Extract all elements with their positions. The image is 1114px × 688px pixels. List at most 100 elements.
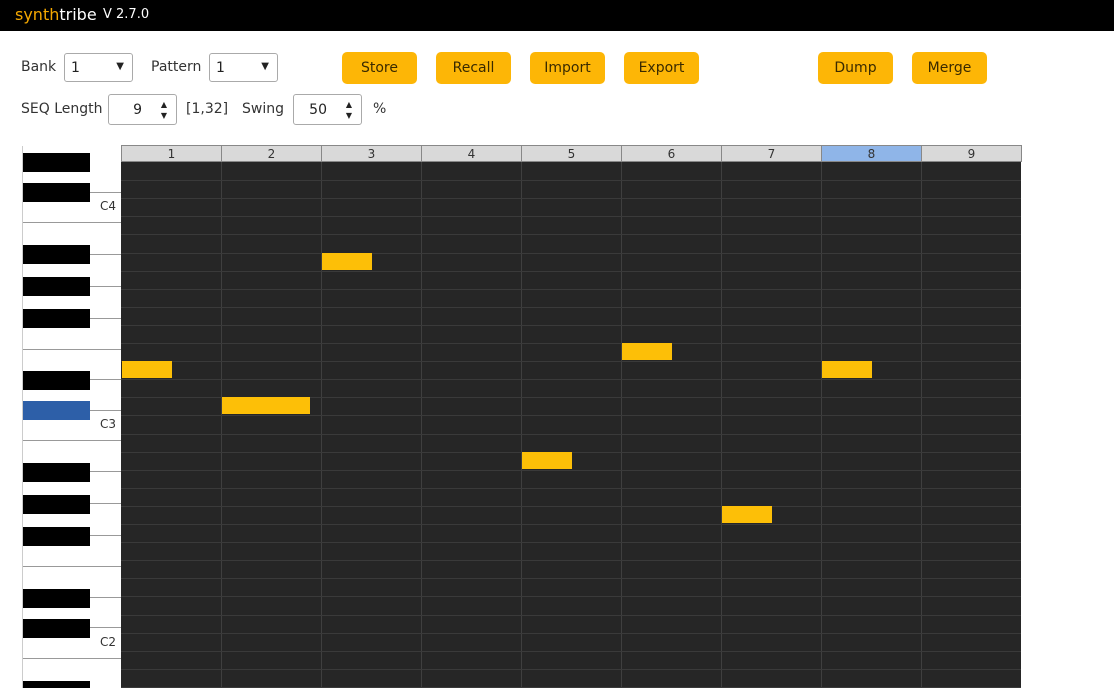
step-header-3[interactable]: 3	[321, 145, 422, 162]
white-key-divider	[23, 658, 122, 659]
recall-button[interactable]: Recall	[436, 52, 511, 84]
step-header-8[interactable]: 8	[821, 145, 922, 162]
pitch-row-divider	[121, 325, 1021, 326]
step-header-4[interactable]: 4	[421, 145, 522, 162]
spin-up-icon[interactable]: ▲	[161, 101, 167, 109]
step-sequencer-grid[interactable]: 123456789	[121, 145, 1022, 688]
note-block[interactable]	[122, 361, 172, 378]
pitch-row-divider	[121, 307, 1021, 308]
black-key[interactable]	[23, 681, 90, 688]
black-key[interactable]	[23, 183, 90, 202]
swing-unit: %	[373, 101, 387, 117]
pattern-select[interactable]: 1 ▼	[209, 53, 278, 82]
step-divider	[621, 162, 622, 688]
white-key-divider	[23, 349, 122, 350]
note-block[interactable]	[622, 343, 672, 360]
step-divider	[521, 162, 522, 688]
black-key[interactable]	[23, 277, 90, 296]
pitch-row-divider	[121, 216, 1021, 217]
pitch-row-divider	[121, 596, 1021, 597]
pitch-row-divider	[121, 615, 1021, 616]
note-block[interactable]	[322, 253, 372, 270]
pitch-row-divider	[121, 379, 1021, 380]
pitch-row-divider	[121, 669, 1021, 670]
note-block[interactable]	[222, 397, 310, 414]
swing-value: 50	[309, 102, 327, 118]
chevron-down-icon: ▼	[116, 61, 124, 72]
pitch-row-divider	[121, 488, 1021, 489]
pitch-row-divider	[121, 234, 1021, 235]
black-key[interactable]	[23, 527, 90, 546]
title-bar: synthtribe V 2.7.0	[0, 0, 1114, 31]
step-header-2[interactable]: 2	[221, 145, 322, 162]
black-key-active[interactable]	[23, 401, 90, 420]
pitch-row-divider	[121, 271, 1021, 272]
swing-label: Swing	[242, 101, 284, 117]
app-logo: synthtribe	[15, 5, 97, 24]
step-divider	[421, 162, 422, 688]
spin-down-icon[interactable]: ▼	[161, 112, 167, 120]
black-key[interactable]	[23, 463, 90, 482]
note-block[interactable]	[522, 452, 572, 469]
swing-spinner[interactable]: 50 ▲ ▼	[293, 94, 362, 125]
black-key[interactable]	[23, 495, 90, 514]
import-button[interactable]: Import	[530, 52, 605, 84]
pitch-row-divider	[121, 470, 1021, 471]
black-key[interactable]	[23, 619, 90, 638]
pitch-row-divider	[121, 506, 1021, 507]
pitch-row-divider	[121, 253, 1021, 254]
black-key[interactable]	[23, 245, 90, 264]
white-key-divider	[23, 222, 122, 223]
pitch-row-divider	[121, 361, 1021, 362]
pitch-row-divider	[121, 542, 1021, 543]
merge-button[interactable]: Merge	[912, 52, 987, 84]
pitch-row-divider	[121, 578, 1021, 579]
step-header-9[interactable]: 9	[921, 145, 1022, 162]
seq-length-label: SEQ Length	[21, 101, 103, 117]
step-divider	[821, 162, 822, 688]
seq-length-spinner[interactable]: 9 ▲ ▼	[108, 94, 177, 125]
bank-select[interactable]: 1 ▼	[64, 53, 133, 82]
seq-length-value: 9	[133, 102, 142, 118]
version-label: V 2.7.0	[103, 7, 150, 22]
note-grid[interactable]	[121, 162, 1021, 688]
black-key[interactable]	[23, 309, 90, 328]
pattern-value: 1	[216, 60, 225, 76]
pitch-row-divider	[121, 651, 1021, 652]
step-header-1[interactable]: 1	[121, 145, 222, 162]
seq-length-range: [1,32]	[186, 101, 229, 117]
black-key[interactable]	[23, 153, 90, 172]
bank-value: 1	[71, 60, 80, 76]
pitch-row-divider	[121, 198, 1021, 199]
black-key[interactable]	[23, 371, 90, 390]
octave-label-c3: C3	[100, 417, 117, 431]
pattern-label: Pattern	[151, 59, 202, 75]
note-block[interactable]	[822, 361, 872, 378]
octave-label-c2: C2	[100, 635, 117, 649]
pitch-row-divider	[121, 415, 1021, 416]
spin-up-icon[interactable]: ▲	[346, 101, 352, 109]
piano-keyboard: C4 C3 C2	[22, 146, 123, 688]
step-header-6[interactable]: 6	[621, 145, 722, 162]
octave-label-c4: C4	[100, 199, 117, 213]
pitch-row-divider	[121, 180, 1021, 181]
pitch-row-divider	[121, 524, 1021, 525]
pitch-row-divider	[121, 289, 1021, 290]
pitch-row-divider	[121, 434, 1021, 435]
step-divider	[721, 162, 722, 688]
bank-label: Bank	[21, 59, 57, 75]
spin-down-icon[interactable]: ▼	[346, 112, 352, 120]
black-key[interactable]	[23, 589, 90, 608]
pitch-row-divider	[121, 560, 1021, 561]
dump-button[interactable]: Dump	[818, 52, 893, 84]
store-button[interactable]: Store	[342, 52, 417, 84]
step-header-7[interactable]: 7	[721, 145, 822, 162]
pitch-row-divider	[121, 343, 1021, 344]
export-button[interactable]: Export	[624, 52, 699, 84]
step-header-5[interactable]: 5	[521, 145, 622, 162]
step-divider	[221, 162, 222, 688]
pitch-row-divider	[121, 633, 1021, 634]
white-key-divider	[23, 440, 122, 441]
note-block[interactable]	[722, 506, 772, 523]
white-key-divider	[23, 566, 122, 567]
